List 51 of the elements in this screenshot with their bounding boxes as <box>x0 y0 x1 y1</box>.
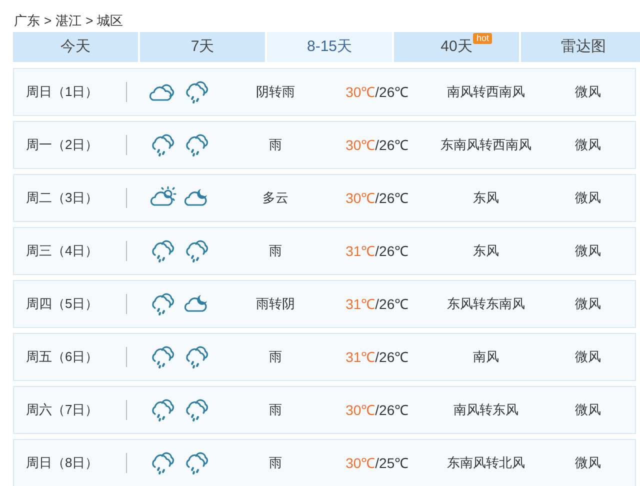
weather-label: 雨 <box>268 242 283 260</box>
temperature: 30℃/26℃ <box>344 82 410 102</box>
weather-label: 雨 <box>268 136 283 154</box>
wind-level: 微风 <box>574 242 602 260</box>
tab[interactable]: 8-15天 <box>267 32 392 62</box>
date-label: 周六（7日） <box>25 401 100 420</box>
temperature: 30℃/25℃ <box>344 454 410 472</box>
temperature: 30℃/26℃ <box>344 188 410 208</box>
date-label: 周三（4日） <box>25 242 100 260</box>
tab[interactable]: 40天 hot <box>394 32 519 62</box>
wind-direction: 东风转东南风 <box>446 295 526 314</box>
temperature: 30℃/26℃ <box>344 400 410 420</box>
breadcrumb-link[interactable]: 湛江 <box>56 11 82 31</box>
weather-label: 雨转阴 <box>254 295 296 314</box>
breadcrumb-separator: > <box>86 12 94 30</box>
wind-level: 微风 <box>574 83 602 102</box>
temperature: 31℃/26℃ <box>344 348 410 366</box>
wind-level: 微风 <box>574 348 602 366</box>
wind-level: 微风 <box>574 454 602 472</box>
weather-label: 雨 <box>268 401 283 420</box>
wind-direction: 东南风转北风 <box>446 454 526 472</box>
wind-level: 微风 <box>574 401 602 420</box>
date-label: 周五（6日） <box>25 348 100 366</box>
tab[interactable]: 7天 <box>140 32 265 62</box>
date-label: 周二（3日） <box>25 189 100 208</box>
breadcrumb-separator: > <box>44 12 52 30</box>
wind-direction: 东风 <box>472 189 500 208</box>
temperature: 30℃/26℃ <box>344 136 410 154</box>
wind-direction: 东风 <box>472 242 500 260</box>
temperature: 31℃/26℃ <box>344 294 410 314</box>
weather-label: 多云 <box>261 189 290 208</box>
date-label: 周四（5日） <box>25 295 100 314</box>
wind-level: 微风 <box>574 189 602 208</box>
weather-label: 雨 <box>268 348 283 366</box>
date-label: 周日（1日） <box>25 83 100 102</box>
wind-direction: 东南风转西南风 <box>440 136 533 154</box>
breadcrumb-link[interactable]: 广东 <box>14 11 40 31</box>
tab[interactable]: 今天 <box>13 32 138 62</box>
wind-direction: 南风转西南风 <box>446 83 526 102</box>
date-label: 周一（2日） <box>25 136 100 154</box>
temperature: 31℃/26℃ <box>344 242 410 260</box>
date-label: 周日（8日） <box>25 454 100 472</box>
wind-level: 微风 <box>574 136 602 154</box>
hot-badge: hot <box>473 33 492 44</box>
tab[interactable]: 雷达图 <box>521 32 640 62</box>
wind-direction: 南风转东风 <box>452 401 520 420</box>
breadcrumb-link[interactable]: 城区 <box>97 11 124 31</box>
weather-label: 阴转雨 <box>254 83 296 102</box>
weather-label: 雨 <box>268 454 283 472</box>
wind-direction: 南风 <box>472 348 500 366</box>
wind-level: 微风 <box>574 295 602 314</box>
